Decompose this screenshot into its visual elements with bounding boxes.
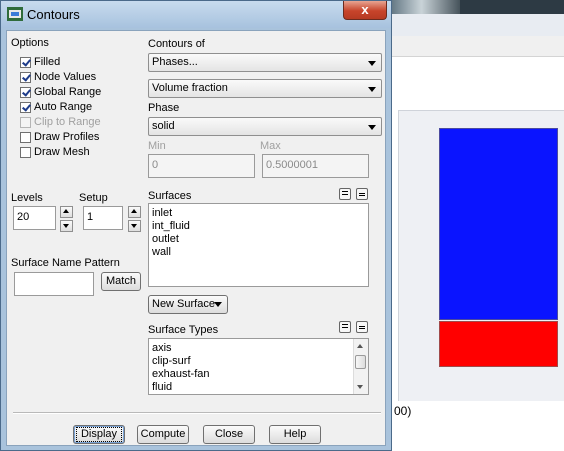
- checkbox-unchecked-icon: [20, 146, 31, 158]
- arrow-up-icon: [63, 209, 69, 213]
- surface-name-pattern-label: Surface Name Pattern: [11, 257, 120, 269]
- fluent-app-icon: [7, 7, 23, 21]
- setup-decrement-button[interactable]: [128, 220, 141, 232]
- select-all-icon: [342, 191, 348, 197]
- dropdown-arrow-icon: [368, 87, 376, 92]
- list-item[interactable]: wall: [149, 246, 368, 259]
- min-label: Min: [148, 140, 166, 152]
- new-surface-dropdown-button[interactable]: New Surface: [148, 295, 228, 314]
- checkbox-unchecked-icon: [20, 131, 31, 143]
- compute-button[interactable]: Compute: [137, 425, 189, 444]
- surfaces-heading: Surfaces: [148, 190, 192, 202]
- setup-field[interactable]: 1: [83, 206, 123, 230]
- checkbox-checked-icon: [20, 86, 31, 98]
- checkbox-disabled-icon: [20, 116, 31, 128]
- levels-label: Levels: [11, 192, 43, 204]
- contours-of-heading: Contours of: [148, 38, 205, 50]
- match-button[interactable]: Match: [101, 272, 141, 291]
- deselect-all-icon: [359, 326, 365, 327]
- button-divider: [13, 412, 381, 414]
- dropdown-arrow-icon: [368, 61, 376, 66]
- window-title: Contours: [27, 7, 80, 22]
- surfaces-select-all-button[interactable]: [339, 188, 351, 200]
- arrow-down-icon: [63, 224, 69, 228]
- close-icon: x: [361, 2, 369, 17]
- levels-increment-button[interactable]: [60, 206, 73, 218]
- setup-label: Setup: [79, 192, 108, 204]
- select-all-icon: [342, 324, 348, 330]
- dropdown-arrow-icon: [214, 302, 222, 307]
- checkbox-checked-icon: [20, 71, 31, 83]
- options-heading: Options: [11, 37, 49, 49]
- window-close-button[interactable]: x: [343, 1, 387, 20]
- surfaces-list[interactable]: inlet int_fluid outlet wall: [148, 203, 369, 287]
- min-field: 0: [148, 154, 255, 178]
- dialog-body: Options Filled Node Values Global Range …: [6, 30, 386, 446]
- list-item[interactable]: clip-surf: [149, 355, 368, 368]
- background-titlebar: [390, 0, 564, 14]
- background-toolbar: [390, 36, 564, 57]
- surface-types-heading: Surface Types: [148, 324, 219, 336]
- levels-field[interactable]: 20: [13, 206, 56, 230]
- scroll-down-icon: [357, 385, 363, 389]
- list-item[interactable]: fluid: [149, 381, 368, 394]
- background-menubar: [390, 14, 564, 37]
- list-item[interactable]: outlet: [149, 233, 368, 246]
- surface-types-list[interactable]: axis clip-surf exhaust-fan fluid: [148, 338, 369, 395]
- list-item[interactable]: inlet: [149, 207, 368, 220]
- scroll-up-icon: [357, 344, 363, 348]
- auto-range-checkbox[interactable]: Auto Range: [20, 101, 92, 116]
- checkbox-checked-icon: [20, 101, 31, 113]
- setup-increment-button[interactable]: [128, 206, 141, 218]
- dropdown-arrow-icon: [368, 125, 376, 130]
- contours-dialog: Contours x Options Filled Node Values Gl…: [0, 0, 392, 451]
- max-field: 0.5000001: [262, 154, 369, 178]
- surface-types-select-all-button[interactable]: [339, 321, 351, 333]
- surface-name-pattern-field[interactable]: [14, 272, 94, 296]
- draw-profiles-checkbox[interactable]: Draw Profiles: [20, 131, 99, 146]
- phase-dropdown[interactable]: solid: [148, 117, 382, 136]
- list-item[interactable]: axis: [149, 342, 368, 355]
- background-image-strip: [390, 0, 460, 14]
- surfaces-deselect-all-button[interactable]: [356, 188, 368, 200]
- scroll-thumb[interactable]: [355, 355, 366, 369]
- contours-of-variable-dropdown[interactable]: Volume fraction: [148, 79, 382, 98]
- list-item[interactable]: int_fluid: [149, 220, 368, 233]
- list-item[interactable]: exhaust-fan: [149, 368, 368, 381]
- checkbox-checked-icon: [20, 56, 31, 68]
- surface-types-scrollbar[interactable]: [353, 339, 368, 394]
- background-console-text: 00): [394, 404, 412, 418]
- filled-checkbox[interactable]: Filled: [20, 56, 60, 71]
- global-range-checkbox[interactable]: Global Range: [20, 86, 101, 101]
- contour-region-red: [439, 321, 558, 367]
- contour-region-blue: [439, 128, 558, 320]
- draw-mesh-checkbox[interactable]: Draw Mesh: [20, 146, 90, 161]
- node-values-checkbox[interactable]: Node Values: [20, 71, 96, 86]
- arrow-up-icon: [131, 209, 137, 213]
- contours-of-category-dropdown[interactable]: Phases...: [148, 53, 382, 72]
- deselect-all-icon: [359, 193, 365, 194]
- help-button[interactable]: Help: [269, 425, 321, 444]
- arrow-down-icon: [131, 224, 137, 228]
- levels-decrement-button[interactable]: [60, 220, 73, 232]
- surface-types-deselect-all-button[interactable]: [356, 321, 368, 333]
- phase-heading: Phase: [148, 102, 180, 114]
- clip-to-range-checkbox: Clip to Range: [20, 116, 101, 131]
- close-button[interactable]: Close: [203, 425, 255, 444]
- title-bar[interactable]: Contours x: [1, 1, 391, 28]
- display-button[interactable]: Display: [73, 425, 125, 444]
- max-label: Max: [260, 140, 281, 152]
